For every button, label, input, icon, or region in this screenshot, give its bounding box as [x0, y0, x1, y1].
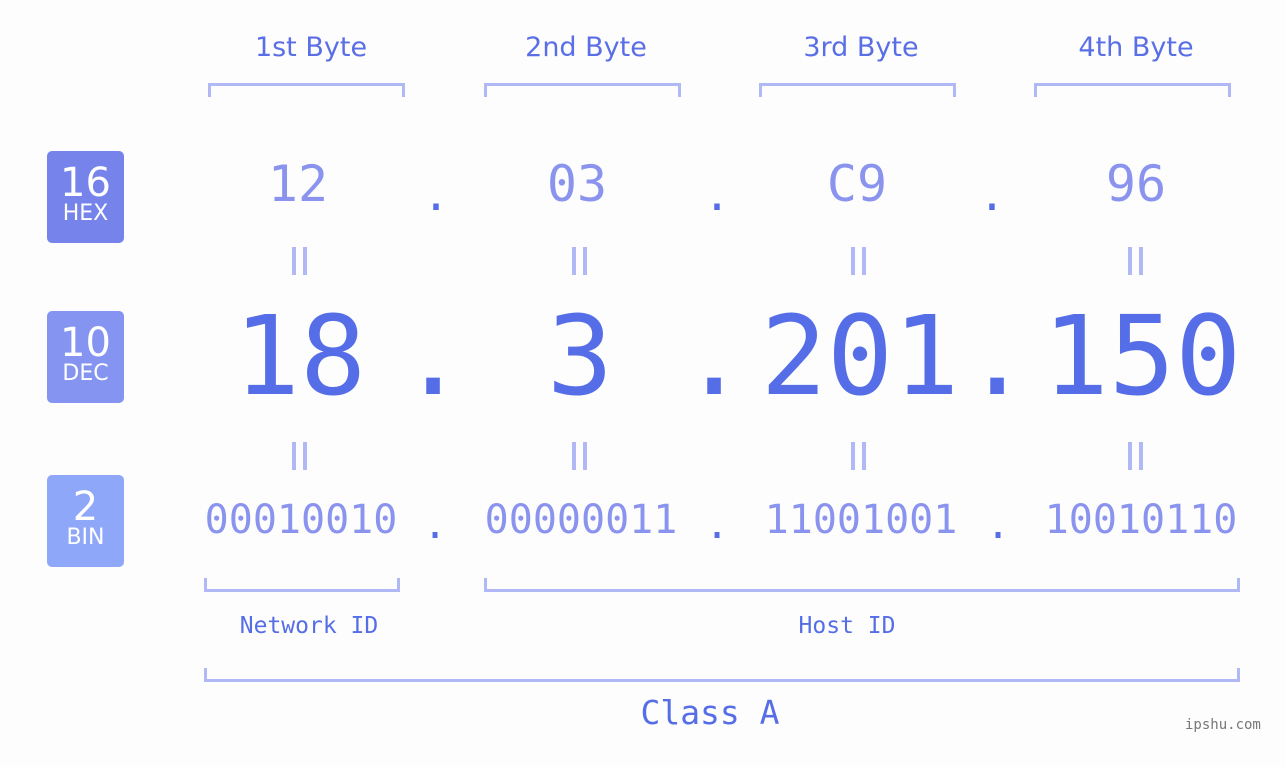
byte-header-4: 4th Byte [1078, 32, 1194, 63]
byte-header-2: 2nd Byte [525, 32, 647, 63]
hex-separator-3: . [978, 170, 1006, 221]
bin-byte-2: 00000011 [484, 497, 678, 543]
equals-icon [1128, 247, 1144, 275]
byte-bracket-1 [208, 83, 405, 97]
bin-separator-2: . [704, 502, 730, 548]
byte-bracket-4 [1034, 83, 1231, 97]
class-bracket [204, 668, 1240, 682]
dec-byte-4: 150 [1042, 292, 1242, 420]
dec-separator-3: . [964, 292, 1031, 420]
bin-badge: 2 BIN [47, 475, 124, 567]
dec-byte-2: 3 [546, 292, 614, 420]
bin-byte-3: 11001001 [764, 497, 958, 543]
hex-byte-3: C9 [826, 155, 888, 213]
dec-byte-1: 18 [233, 292, 367, 420]
dec-separator-2: . [681, 292, 748, 420]
dec-badge-number: 10 [60, 320, 111, 366]
dec-badge: 10 DEC [47, 311, 124, 403]
bin-separator-3: . [985, 502, 1011, 548]
equals-icon [292, 247, 308, 275]
hex-byte-2: 03 [546, 155, 608, 213]
bin-separator-1: . [422, 502, 448, 548]
byte-header-3: 3rd Byte [803, 32, 919, 63]
network-id-label: Network ID [239, 613, 379, 639]
hex-byte-1: 12 [267, 155, 329, 213]
bin-byte-1: 00010010 [204, 497, 398, 543]
byte-header-1: 1st Byte [254, 32, 368, 63]
equals-icon [572, 247, 588, 275]
bin-byte-4: 10010110 [1044, 497, 1238, 543]
watermark: ipshu.com [1185, 717, 1261, 733]
hex-badge-number: 16 [60, 160, 111, 206]
equals-icon [292, 442, 308, 470]
equals-icon [851, 442, 867, 470]
dec-badge-label: DEC [62, 361, 109, 386]
hex-badge: 16 HEX [47, 151, 124, 243]
dec-byte-3: 201 [760, 292, 960, 420]
equals-icon [1128, 442, 1144, 470]
hex-separator-2: . [703, 170, 731, 221]
equals-icon [851, 247, 867, 275]
dec-separator-1: . [400, 292, 467, 420]
byte-bracket-2 [484, 83, 681, 97]
network-id-bracket [204, 578, 400, 592]
bin-badge-number: 2 [72, 484, 99, 530]
host-id-label: Host ID [798, 613, 896, 639]
hex-byte-4: 96 [1105, 155, 1167, 213]
bin-badge-label: BIN [66, 525, 105, 550]
host-id-bracket [484, 578, 1240, 592]
class-label: Class A [640, 693, 780, 732]
equals-icon [572, 442, 588, 470]
byte-bracket-3 [759, 83, 956, 97]
hex-separator-1: . [422, 170, 450, 221]
hex-badge-label: HEX [62, 201, 109, 226]
